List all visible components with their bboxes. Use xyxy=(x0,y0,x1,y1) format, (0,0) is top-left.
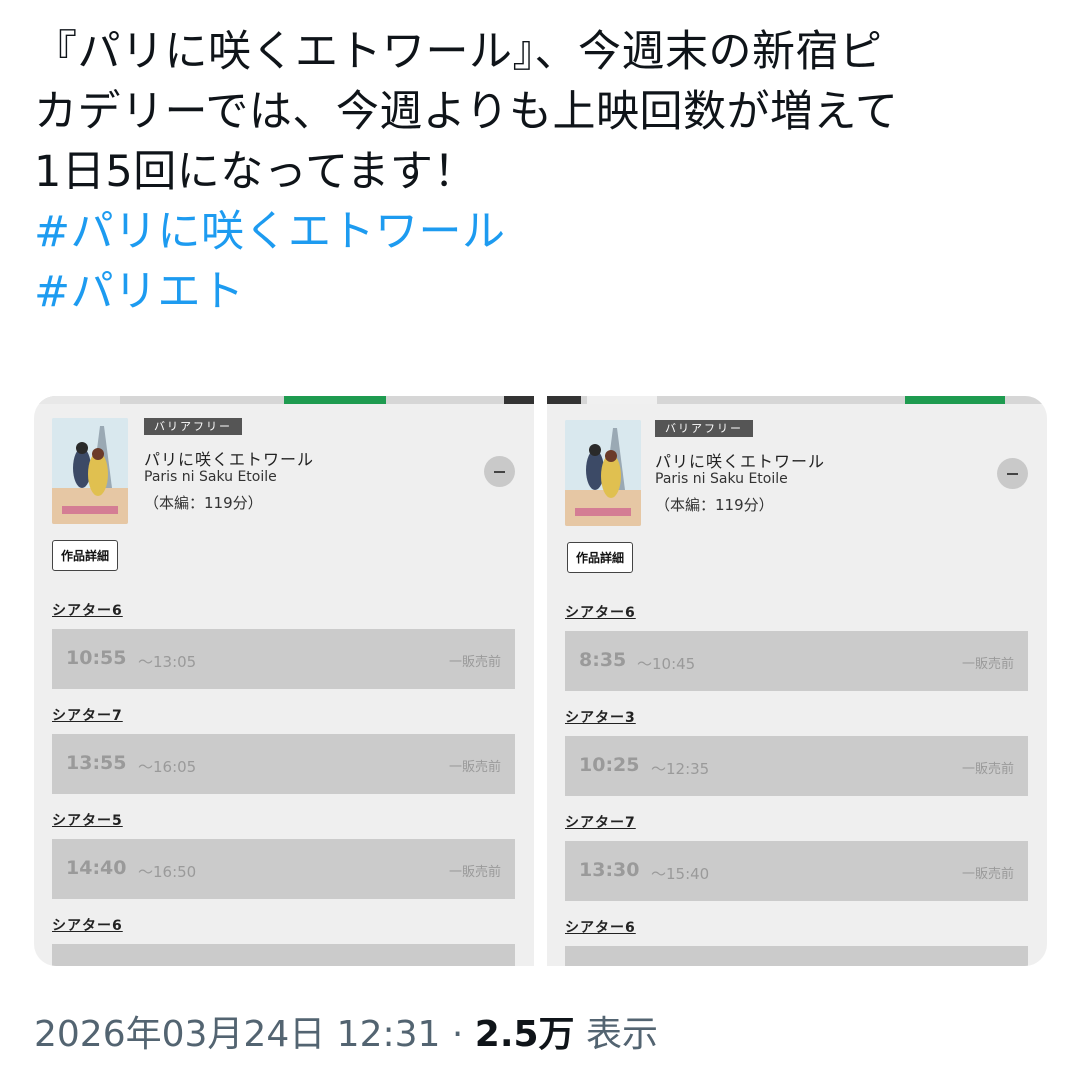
tweet-text: 『パリに咲くエトワール』、今週末の新宿ピ カデリーでは、今週よりも上映回数が増え… xyxy=(34,22,1054,322)
end-time: 〜13:05 xyxy=(138,653,197,671)
tweet-line: 『パリに咲くエトワール』、今週末の新宿ピ xyxy=(34,27,883,77)
start-time: 10:55 xyxy=(66,647,127,669)
theater-label: シアター7 xyxy=(52,708,123,724)
movie-title-en: Paris ni Saku Etoile xyxy=(655,471,788,487)
meta-separator: · xyxy=(440,1014,475,1055)
showtime-slot[interactable]: 13:30 〜15:40 一販売前 xyxy=(565,841,1028,901)
theater-label: シアター6 xyxy=(52,603,123,619)
runtime: （本編：119分） xyxy=(655,496,774,514)
showtime-slot[interactable] xyxy=(565,946,1028,966)
theater-label: シアター6 xyxy=(565,605,636,621)
start-time: 13:30 xyxy=(579,859,640,881)
showtime-slot[interactable]: 10:55 〜13:05 一販売前 xyxy=(52,629,515,689)
tab-strip xyxy=(34,396,534,404)
sale-status: 一販売前 xyxy=(448,865,501,880)
theater-label: シアター6 xyxy=(52,918,123,934)
start-time: 10:25 xyxy=(579,754,640,776)
minus-circle-icon[interactable] xyxy=(997,458,1028,489)
sale-status: 一販売前 xyxy=(448,655,501,670)
theater-label: シアター3 xyxy=(565,710,636,726)
minus-circle-icon[interactable] xyxy=(484,456,515,487)
end-time: 〜16:50 xyxy=(138,863,197,881)
runtime: （本編：119分） xyxy=(144,494,263,512)
tweet-timestamp[interactable]: 2026年03月24日 12:31 xyxy=(34,1014,440,1055)
detail-button[interactable]: 作品詳細 xyxy=(567,542,634,573)
movie-title-en: Paris ni Saku Etoile xyxy=(144,469,277,485)
movie-title: パリに咲くエトワール xyxy=(655,452,826,471)
start-time: 13:55 xyxy=(66,752,127,774)
theater-label: シアター5 xyxy=(52,813,123,829)
sale-status: 一販売前 xyxy=(448,760,501,775)
end-time: 〜15:40 xyxy=(651,865,710,883)
theater-label: シアター6 xyxy=(565,920,636,936)
movie-poster xyxy=(565,420,641,526)
start-time: 14:40 xyxy=(66,857,127,879)
end-time: 〜12:35 xyxy=(651,760,710,778)
end-time: 〜16:05 xyxy=(138,758,197,776)
barrier-free-badge: バリアフリー xyxy=(144,418,242,435)
tab-strip xyxy=(547,396,1047,404)
view-count: 2.5万 xyxy=(474,1014,575,1055)
view-label: 表示 xyxy=(574,1014,659,1055)
start-time: 8:35 xyxy=(579,649,627,671)
showtime-slot[interactable] xyxy=(52,944,515,966)
tweet-meta: 2026年03月24日 12:31 · 2.5万 表示 xyxy=(34,1005,658,1057)
hashtag-link[interactable]: #パリに咲くエトワール xyxy=(34,202,1054,262)
sale-status: 一販売前 xyxy=(961,867,1014,882)
end-time: 〜10:45 xyxy=(637,655,696,673)
theater-label: シアター7 xyxy=(565,815,636,831)
showtime-slot[interactable]: 10:25 〜12:35 一販売前 xyxy=(565,736,1028,796)
tweet-media[interactable]: バリアフリー パリに咲くエトワール Paris ni Saku Etoile （… xyxy=(34,396,1047,966)
movie-poster xyxy=(52,418,128,524)
sale-status: 一販売前 xyxy=(961,762,1014,777)
detail-button[interactable]: 作品詳細 xyxy=(52,540,119,571)
showtime-slot[interactable]: 8:35 〜10:45 一販売前 xyxy=(565,631,1028,691)
movie-title: パリに咲くエトワール xyxy=(144,450,315,469)
tweet-line: カデリーでは、今週よりも上映回数が増えて xyxy=(34,87,899,137)
screenshot-right[interactable]: バリアフリー パリに咲くエトワール Paris ni Saku Etoile （… xyxy=(547,396,1047,966)
screenshot-left[interactable]: バリアフリー パリに咲くエトワール Paris ni Saku Etoile （… xyxy=(34,396,534,966)
hashtag-link[interactable]: #パリエト xyxy=(34,262,1054,322)
tweet-line: 1日5回になってます！ xyxy=(34,147,477,197)
barrier-free-badge: バリアフリー xyxy=(655,420,753,437)
showtime-slot[interactable]: 14:40 〜16:50 一販売前 xyxy=(52,839,515,899)
sale-status: 一販売前 xyxy=(961,657,1014,672)
showtime-slot[interactable]: 13:55 〜16:05 一販売前 xyxy=(52,734,515,794)
